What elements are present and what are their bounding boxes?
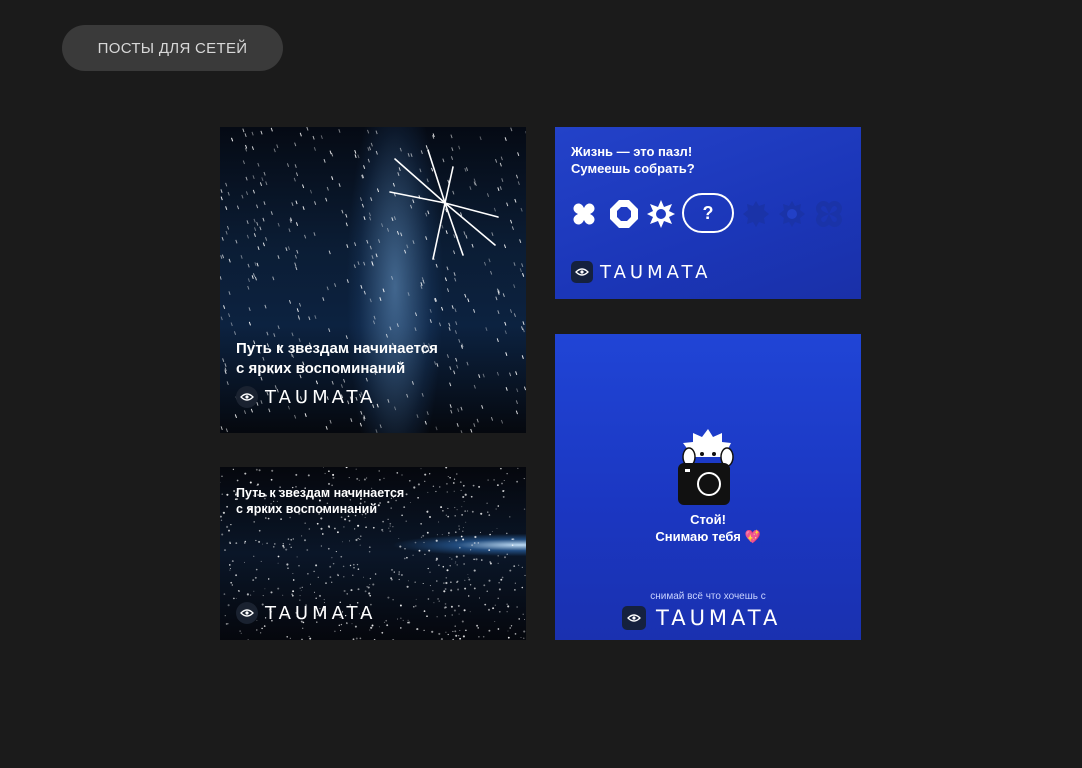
taumata-logo-icon [622, 606, 646, 630]
gear-shape-faded-icon [743, 201, 769, 227]
star-shape-icon [647, 200, 675, 228]
octagon-shape-icon [610, 200, 638, 228]
caption-line-2: с ярких воспоминаний [236, 502, 378, 517]
post-caption: Стой! Снимаю тебя 💖 [555, 512, 861, 546]
caption-line-1: Стой! [690, 512, 726, 527]
post-caption: Жизнь — это пазл! Сумеешь собрать? [571, 144, 695, 178]
camera-mascot-icon [678, 429, 734, 505]
brand-name: TAUMATA [656, 606, 782, 630]
brand-lockup: TAUMATA [236, 386, 376, 408]
caption-line-1: Путь к звездам начинается [236, 486, 405, 500]
post-stars-square: Путь к звездам начинается с ярких воспом… [220, 127, 526, 433]
post-camera: Стой! Снимаю тебя 💖 снимай всё что хочеш… [555, 334, 861, 640]
puzzle-question-button[interactable]: ? [682, 193, 734, 233]
caption-line-2: Снимаю тебя [655, 528, 741, 544]
gear-shape-faded-icon [779, 201, 805, 227]
brand-lockup: TAUMATA [571, 261, 711, 283]
taumata-logo-icon [236, 386, 258, 408]
heart-emoji-icon: 💖 [744, 528, 761, 544]
caption-line-2: с ярких воспоминаний [236, 359, 406, 377]
cross-shape-faded-icon [816, 201, 842, 227]
brand-name: TAUMATA [265, 602, 377, 624]
tagline: снимай всё что хочешь с [650, 591, 766, 602]
caption-line-1: Жизнь — это пазл! [571, 144, 693, 159]
brand-lockup: TAUMATA [622, 606, 781, 630]
post-caption: Путь к звездам начинается с ярких воспом… [236, 339, 438, 378]
brand-name: TAUMATA [265, 386, 377, 408]
caption-line-1: Путь к звездам начинается [236, 340, 438, 357]
brand-lockup: TAUMATA [236, 602, 376, 624]
cross-shape-icon [573, 203, 595, 225]
caption-line-2: Сумеешь собрать? [571, 160, 695, 176]
brand-name: TAUMATA [600, 261, 712, 283]
section-chip[interactable]: ПОСТЫ ДЛЯ СЕТЕЙ [62, 25, 283, 71]
post-caption: Путь к звездам начинается с ярких воспом… [236, 485, 404, 518]
taumata-logo-icon [236, 602, 258, 624]
post-puzzle: Жизнь — это пазл! Сумеешь собрать? ? TAU… [555, 127, 861, 299]
post-stars-wide: Путь к звездам начинается с ярких воспом… [220, 467, 526, 640]
taumata-logo-icon [571, 261, 593, 283]
sparkle-icon [389, 149, 499, 260]
